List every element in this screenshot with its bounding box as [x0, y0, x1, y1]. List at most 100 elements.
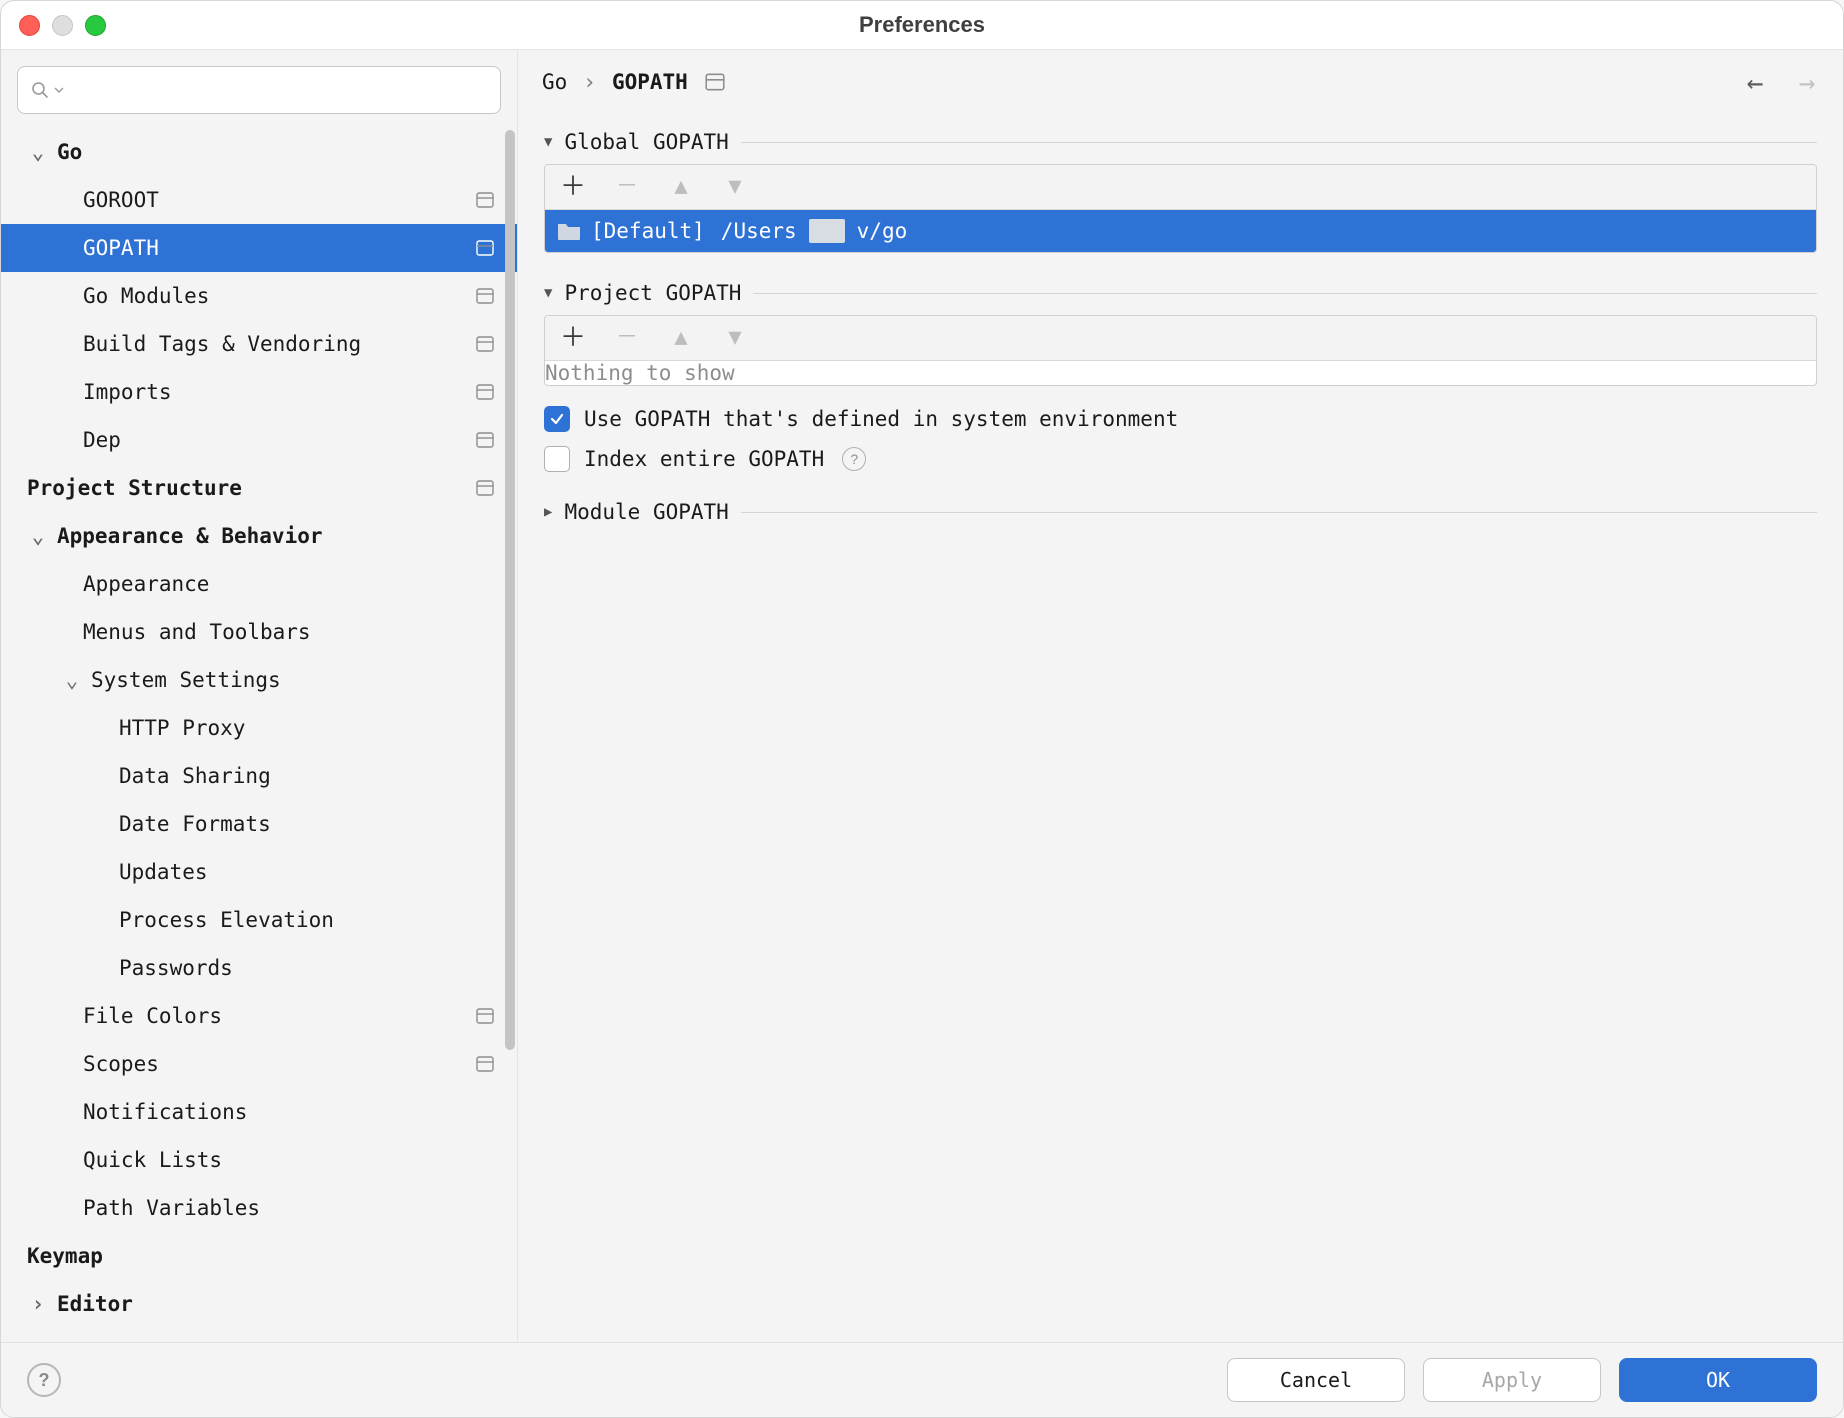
- sidebar-item-label: Imports: [83, 380, 172, 404]
- list-body[interactable]: [Default] /Users v/go: [545, 210, 1816, 252]
- scope-icon: [475, 238, 495, 258]
- gopath-row[interactable]: [Default] /Users v/go: [545, 210, 1816, 252]
- sidebar-item[interactable]: Data Sharing: [1, 752, 517, 800]
- sidebar-item[interactable]: Keymap: [1, 1232, 517, 1280]
- sidebar-item[interactable]: File Colors: [1, 992, 517, 1040]
- sidebar-item-label: Appearance: [83, 572, 209, 596]
- sidebar-item[interactable]: ›Editor: [1, 1280, 517, 1328]
- sidebar-item-label: Notifications: [83, 1100, 247, 1124]
- ok-button[interactable]: OK: [1619, 1358, 1817, 1402]
- window-close-button[interactable]: [19, 15, 40, 36]
- sidebar-item[interactable]: Build Tags & Vendoring: [1, 320, 517, 368]
- scope-icon: [475, 190, 495, 210]
- sidebar-item-label: Process Elevation: [119, 908, 334, 932]
- main: Go › GOPATH ← → ▼ Global GOPATH: [518, 50, 1843, 1342]
- window-title: Preferences: [1, 12, 1843, 38]
- help-icon[interactable]: ?: [842, 447, 866, 471]
- footer: ? Cancel Apply OK: [1, 1342, 1843, 1417]
- move-up-button[interactable]: ▲: [667, 327, 695, 349]
- sidebar-item[interactable]: Dep: [1, 416, 517, 464]
- titlebar: Preferences: [1, 1, 1843, 50]
- sidebar-item[interactable]: Imports: [1, 368, 517, 416]
- sidebar-item-label: Dep: [83, 428, 121, 452]
- checkbox[interactable]: [544, 446, 570, 472]
- search-wrap: [1, 60, 517, 124]
- sidebar-tree[interactable]: ⌄GoGOROOT GOPATH Go Modules Build Tags & Ve…: [1, 124, 517, 1342]
- sidebar-item[interactable]: Passwords: [1, 944, 517, 992]
- sidebar-item[interactable]: Project Structure: [1, 464, 517, 512]
- sidebar-item[interactable]: Menus and Toolbars: [1, 608, 517, 656]
- remove-button[interactable]: －: [613, 176, 641, 198]
- sidebar-tree-scroll: ⌄GoGOROOT GOPATH Go Modules Build Tags & Ve…: [1, 124, 517, 1342]
- move-down-button[interactable]: ▼: [721, 176, 749, 198]
- sidebar-item[interactable]: HTTP Proxy: [1, 704, 517, 752]
- window-zoom-button[interactable]: [85, 15, 106, 36]
- sidebar-item[interactable]: GOPATH: [1, 224, 517, 272]
- sidebar-item-label: Date Formats: [119, 812, 271, 836]
- chevron-down-icon: ⌄: [27, 140, 49, 164]
- sidebar-item-label: File Colors: [83, 1004, 222, 1028]
- content: ▼ Global GOPATH ＋ － ▲ ▼: [518, 114, 1843, 1342]
- scrollbar-thumb[interactable]: [505, 130, 515, 1050]
- scope-icon: [475, 1054, 495, 1074]
- sidebar-item[interactable]: Appearance: [1, 560, 517, 608]
- sidebar-item[interactable]: Date Formats: [1, 800, 517, 848]
- global-gopath-list: ＋ － ▲ ▼ [Default] /Users: [544, 164, 1817, 253]
- cancel-button[interactable]: Cancel: [1227, 1358, 1405, 1402]
- preferences-window: Preferences ⌄GoGOROOTGOPATHGo Modules: [0, 0, 1844, 1418]
- scope-icon: [475, 286, 495, 306]
- scope-icon: [475, 382, 495, 402]
- sidebar-item-label: Path Variables: [83, 1196, 260, 1220]
- section-header-global[interactable]: ▼ Global GOPATH: [544, 130, 1817, 154]
- sidebar-item[interactable]: GOROOT: [1, 176, 517, 224]
- nav-forward-button[interactable]: →: [1795, 66, 1819, 99]
- sidebar-item-label: GOPATH: [83, 236, 159, 260]
- sidebar-item[interactable]: ⌄Appearance & Behavior: [1, 512, 517, 560]
- check-index-entire-gopath[interactable]: Index entire GOPATH ?: [544, 446, 1817, 472]
- list-body[interactable]: Nothing to show: [545, 361, 1816, 385]
- expand-icon: ▶: [544, 504, 552, 520]
- remove-button[interactable]: －: [613, 327, 641, 349]
- sidebar-item-label: Editor: [57, 1292, 133, 1316]
- empty-label: Nothing to show: [545, 361, 735, 385]
- scope-icon: [475, 1006, 495, 1026]
- move-up-button[interactable]: ▲: [667, 176, 695, 198]
- sidebar-item[interactable]: Notifications: [1, 1088, 517, 1136]
- scope-icon: [475, 478, 495, 498]
- nav-arrows: ← →: [1743, 66, 1819, 99]
- breadcrumb-root[interactable]: Go: [542, 70, 567, 94]
- check-label: Index entire GOPATH: [584, 447, 824, 471]
- sidebar-item-label: Quick Lists: [83, 1148, 222, 1172]
- apply-button[interactable]: Apply: [1423, 1358, 1601, 1402]
- check-group: Use GOPATH that's defined in system envi…: [544, 406, 1817, 472]
- chevron-down-icon: ⌄: [61, 668, 83, 692]
- divider: [741, 512, 1817, 513]
- checkbox[interactable]: [544, 406, 570, 432]
- sidebar-item[interactable]: ⌄Go: [1, 128, 517, 176]
- sidebar-item[interactable]: Go Modules: [1, 272, 517, 320]
- sidebar-item[interactable]: ⌄System Settings: [1, 656, 517, 704]
- window-minimize-button[interactable]: [52, 15, 73, 36]
- section-header-module[interactable]: ▶ Module GOPATH: [544, 500, 1817, 524]
- sidebar-item[interactable]: Scopes: [1, 1040, 517, 1088]
- list-toolbar: ＋ － ▲ ▼: [545, 316, 1816, 361]
- sidebar-item[interactable]: Quick Lists: [1, 1136, 517, 1184]
- add-button[interactable]: ＋: [559, 325, 587, 351]
- section-header-project[interactable]: ▼ Project GOPATH: [544, 281, 1817, 305]
- row-default-label: [Default]: [591, 219, 705, 243]
- search-field[interactable]: [17, 66, 501, 114]
- chevron-down-icon: ⌄: [27, 524, 49, 548]
- help-button[interactable]: ?: [27, 1363, 61, 1397]
- sidebar-item[interactable]: Process Elevation: [1, 896, 517, 944]
- move-down-button[interactable]: ▼: [721, 327, 749, 349]
- section-title: Module GOPATH: [564, 500, 728, 524]
- sidebar-item[interactable]: Updates: [1, 848, 517, 896]
- add-button[interactable]: ＋: [559, 174, 587, 200]
- check-use-system-env[interactable]: Use GOPATH that's defined in system envi…: [544, 406, 1817, 432]
- search-icon: [30, 80, 50, 100]
- sidebar-item-label: HTTP Proxy: [119, 716, 245, 740]
- sidebar-item[interactable]: Path Variables: [1, 1184, 517, 1232]
- nav-back-button[interactable]: ←: [1743, 66, 1767, 99]
- sidebar-item-label: Build Tags & Vendoring: [83, 332, 361, 356]
- search-input[interactable]: [68, 77, 488, 103]
